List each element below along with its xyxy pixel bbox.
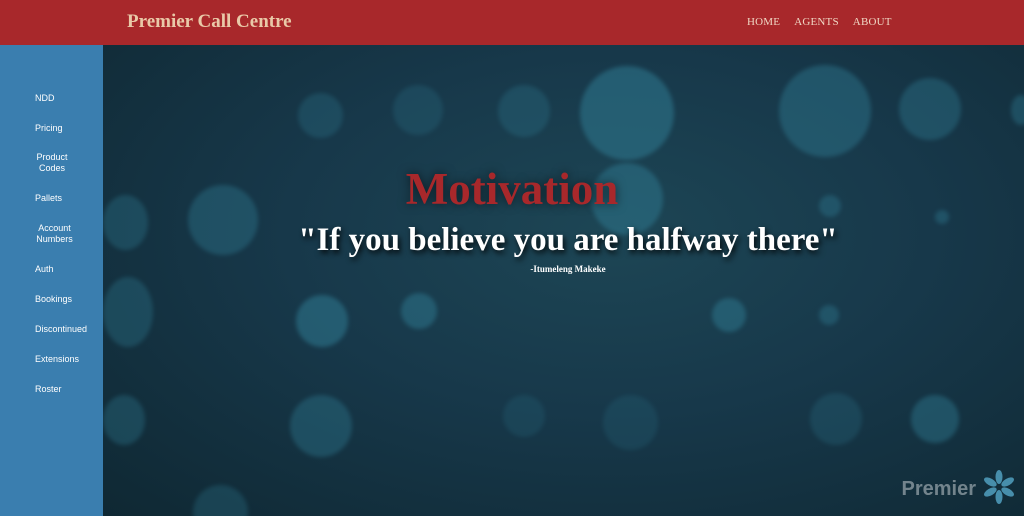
sidebar: NDD Pricing Product Codes Pallets Accoun… (0, 45, 103, 516)
bokeh-circle (296, 295, 348, 347)
quote-author: -Itumeleng Makeke (530, 264, 606, 274)
bokeh-circle (810, 393, 862, 445)
nav-home-link[interactable]: HOME (747, 16, 780, 28)
bokeh-circle (819, 305, 839, 325)
top-nav: HOME AGENTS ABOUT (747, 16, 906, 28)
hero-background (103, 45, 1024, 516)
bokeh-circle (498, 85, 550, 137)
bokeh-circle (103, 277, 153, 347)
bokeh-circle (779, 65, 871, 157)
bokeh-circle (503, 395, 545, 437)
top-navbar: Premier Call Centre HOME AGENTS ABOUT (0, 0, 1024, 45)
bokeh-circle (1011, 95, 1024, 125)
premier-watermark: Premier (902, 469, 1019, 510)
bokeh-circle (298, 93, 343, 138)
watermark-text: Premier (901, 478, 977, 500)
brand-title[interactable]: Premier Call Centre (127, 11, 292, 33)
snowflake-logo-icon (980, 469, 1018, 510)
bokeh-circle (290, 395, 352, 457)
bokeh-circle (103, 395, 145, 445)
bokeh-circle (580, 66, 674, 160)
motivation-quote: "If you believe you are halfway there" (298, 222, 838, 258)
bokeh-circle (899, 78, 961, 140)
bokeh-circle (401, 293, 437, 329)
bokeh-circle (911, 395, 959, 443)
nav-agents-link[interactable]: AGENTS (794, 16, 839, 28)
page-title: Motivation (405, 164, 619, 214)
bokeh-circle (603, 395, 658, 450)
nav-about-link[interactable]: ABOUT (853, 16, 892, 28)
bokeh-circle (193, 485, 248, 516)
bokeh-circle (393, 85, 443, 135)
bokeh-circle (712, 298, 746, 332)
